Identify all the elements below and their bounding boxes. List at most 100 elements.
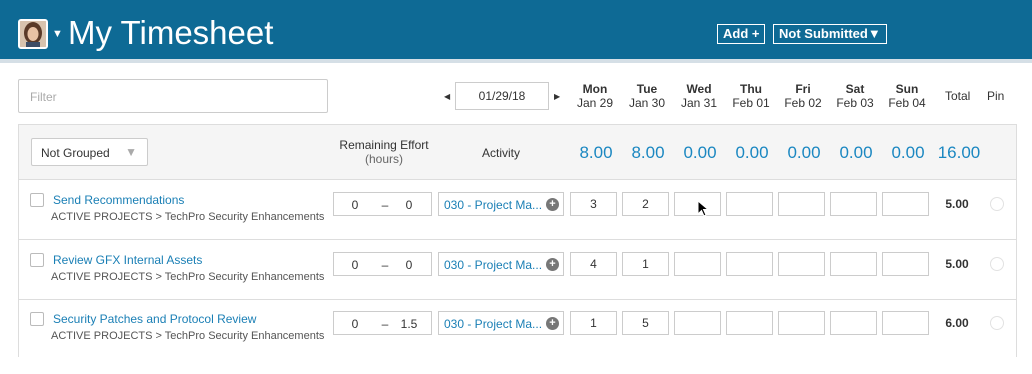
hours-cell-tue[interactable]: 1	[622, 252, 669, 276]
activity-value: 030 - Project Ma...	[444, 258, 543, 272]
day-date: Jan 30	[628, 96, 666, 110]
task-path: ACTIVE PROJECTS > TechPro Security Enhan…	[51, 271, 325, 283]
remaining-effort-input[interactable]: 0–0	[333, 192, 432, 216]
hours-cell-wed[interactable]	[674, 311, 721, 335]
hours-cell-sun[interactable]	[882, 252, 929, 276]
submission-status-dropdown[interactable]: Not Submitted▼	[773, 24, 887, 44]
avatar-menu-caret-icon[interactable]: ▼	[52, 28, 63, 40]
mouse-cursor-icon	[697, 200, 709, 217]
day-name: Sun	[895, 82, 919, 96]
activity-value: 030 - Project Ma...	[444, 198, 543, 212]
pin-icon[interactable]	[990, 257, 1004, 271]
task-checkbox[interactable]	[30, 312, 44, 326]
hours-cell-mon[interactable]: 1	[570, 311, 617, 335]
timesheet-table: Not Grouped ▼ Remaining Effort (hours) A…	[18, 124, 1017, 359]
task-checkbox[interactable]	[30, 193, 44, 207]
dropdown-arrow-icon: ▼	[125, 145, 137, 159]
hours-cell-tue[interactable]: 5	[622, 311, 669, 335]
task-row: Review GFX Internal Assets ACTIVE PROJECT…	[19, 241, 1016, 300]
effort-range-separator: –	[381, 198, 389, 212]
day-total-tue: 8.00	[631, 143, 665, 162]
day-date: Feb 04	[888, 96, 926, 110]
effort-min-value[interactable]: 0	[334, 258, 376, 272]
day-total-mon: 8.00	[579, 143, 613, 162]
effort-max-value[interactable]: 1.5	[394, 317, 424, 331]
day-header-sat: Sat Feb 03	[830, 82, 880, 110]
remaining-effort-input[interactable]: 0–0	[333, 252, 432, 276]
hours-cell-sat[interactable]	[830, 252, 877, 276]
task-row: Send Recommendations ACTIVE PROJECTS > Te…	[19, 181, 1016, 240]
day-header-tue: Tue Jan 30	[622, 82, 672, 110]
task-name-link[interactable]: Send Recommendations	[53, 193, 184, 207]
activity-header: Activity	[481, 146, 520, 160]
effort-max-value[interactable]: 0	[394, 258, 424, 272]
activity-value: 030 - Project Ma...	[444, 317, 543, 331]
effort-range-separator: –	[381, 317, 389, 331]
day-header-sun: Sun Feb 04	[882, 82, 932, 110]
day-date: Feb 02	[784, 96, 822, 110]
hours-cell-fri[interactable]	[778, 311, 825, 335]
pin-icon[interactable]	[990, 316, 1004, 330]
grouping-select[interactable]: Not Grouped ▼	[31, 138, 148, 166]
hours-cell-thu[interactable]	[726, 192, 773, 216]
activity-select[interactable]: 030 - Project Ma... +	[438, 311, 564, 335]
hours-cell-fri[interactable]	[778, 252, 825, 276]
group-summary-row: Not Grouped ▼ Remaining Effort (hours) A…	[19, 125, 1016, 180]
filter-input[interactable]: Filter	[18, 79, 328, 113]
effort-max-value[interactable]: 0	[394, 198, 424, 212]
hours-cell-sat[interactable]	[830, 192, 877, 216]
hours-cell-fri[interactable]	[778, 192, 825, 216]
add-activity-icon[interactable]: +	[546, 258, 559, 271]
remaining-effort-header: Remaining Effort (hours)	[329, 138, 439, 166]
hours-cell-tue[interactable]: 2	[622, 192, 669, 216]
task-path: ACTIVE PROJECTS > TechPro Security Enhan…	[51, 211, 325, 223]
day-name: Wed	[686, 82, 712, 96]
user-avatar[interactable]	[18, 19, 48, 49]
day-name: Tue	[636, 82, 658, 96]
remaining-effort-input[interactable]: 0–1.5	[333, 311, 432, 335]
add-button[interactable]: Add +	[717, 24, 766, 44]
add-activity-icon[interactable]: +	[546, 317, 559, 330]
previous-week-icon[interactable]: ◀	[444, 92, 450, 101]
day-total-thu: 0.00	[735, 143, 769, 162]
hours-cell-sun[interactable]	[882, 192, 929, 216]
hours-cell-mon[interactable]: 3	[570, 192, 617, 216]
day-date: Feb 03	[836, 96, 874, 110]
add-activity-icon[interactable]: +	[546, 198, 559, 211]
avatar-image	[20, 21, 46, 47]
hours-cell-sun[interactable]	[882, 311, 929, 335]
remaining-effort-label: Remaining Effort	[339, 138, 429, 152]
day-header-fri: Fri Feb 02	[778, 82, 828, 110]
task-checkbox[interactable]	[30, 253, 44, 267]
day-total-wed: 0.00	[683, 143, 717, 162]
task-path: ACTIVE PROJECTS > TechPro Security Enhan…	[51, 330, 325, 342]
hours-cell-thu[interactable]	[726, 252, 773, 276]
day-total-sat: 0.00	[839, 143, 873, 162]
day-header-mon: Mon Jan 29	[570, 82, 620, 110]
day-total-fri: 0.00	[787, 143, 821, 162]
app-header: ▼ My Timesheet Add + Not Submitted▼	[0, 0, 1032, 63]
hours-cell-mon[interactable]: 4	[570, 252, 617, 276]
task-name-link[interactable]: Security Patches and Protocol Review	[53, 312, 256, 326]
row-total: 5.00	[945, 197, 969, 211]
row-total: 5.00	[945, 257, 969, 271]
activity-select[interactable]: 030 - Project Ma... +	[438, 252, 564, 276]
effort-min-value[interactable]: 0	[334, 317, 376, 331]
task-name-link[interactable]: Review GFX Internal Assets	[53, 253, 202, 267]
day-name: Sat	[845, 82, 865, 96]
day-name: Fri	[795, 82, 811, 96]
total-column-header: Total	[945, 89, 971, 103]
row-total: 6.00	[945, 316, 969, 330]
hours-cell-thu[interactable]	[726, 311, 773, 335]
day-header-thu: Thu Feb 01	[726, 82, 776, 110]
pin-icon[interactable]	[990, 197, 1004, 211]
activity-select[interactable]: 030 - Project Ma... +	[438, 192, 564, 216]
day-date: Feb 01	[732, 96, 770, 110]
day-header-wed: Wed Jan 31	[674, 82, 724, 110]
effort-min-value[interactable]: 0	[334, 198, 376, 212]
remaining-effort-unit: (hours)	[364, 152, 403, 166]
hours-cell-wed[interactable]	[674, 252, 721, 276]
next-week-icon[interactable]: ▶	[554, 92, 560, 101]
week-date-picker[interactable]: 01/29/18	[455, 82, 549, 110]
hours-cell-sat[interactable]	[830, 311, 877, 335]
